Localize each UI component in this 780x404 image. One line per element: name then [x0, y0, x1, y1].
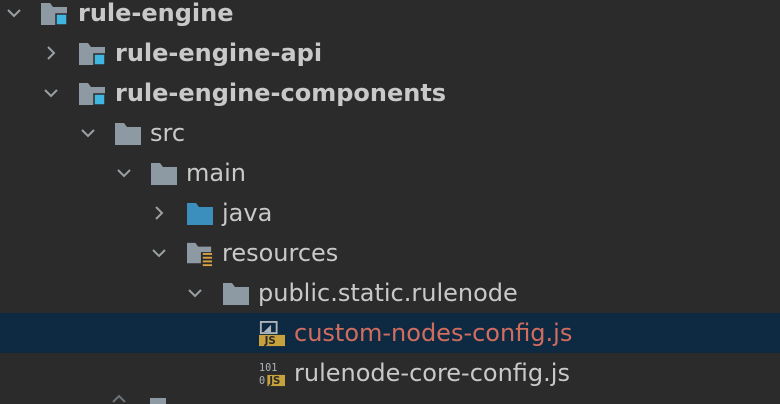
folder-icon	[151, 163, 177, 185]
folder-icon	[223, 283, 249, 305]
chevron-right-icon[interactable]	[43, 45, 59, 61]
module-folder-icon	[79, 43, 106, 66]
source-folder-icon	[187, 203, 213, 225]
tree-item-rulenode-core-config-js[interactable]: 101 0 JS rulenode-core-config.js	[0, 353, 780, 393]
tree-item-label: public.static.rulenode	[258, 279, 518, 307]
svg-text:101: 101	[259, 363, 277, 374]
tree-item-rule-engine-components[interactable]: rule-engine-components	[0, 73, 780, 113]
js-file-icon: JS	[259, 321, 285, 347]
chevron-down-icon[interactable]	[187, 285, 203, 301]
chevron-down-icon[interactable]	[80, 125, 96, 141]
svg-text:JS: JS	[268, 376, 280, 387]
tree-item-label: src	[150, 119, 186, 147]
chevron-right-icon[interactable]	[151, 205, 167, 221]
binary-js-file-icon: 101 0 JS	[259, 363, 285, 387]
chevron-down-icon[interactable]	[116, 165, 132, 181]
tree-item-label: custom-nodes-config.js	[294, 319, 573, 347]
tree-item-rule-engine-api[interactable]: rule-engine-api	[0, 33, 780, 73]
svg-text:JS: JS	[264, 336, 276, 347]
tree-item-resources[interactable]: resources	[0, 233, 780, 273]
tree-item-java[interactable]: java	[0, 193, 780, 233]
tree-item-main[interactable]: main	[0, 153, 780, 193]
tree-item-custom-nodes-config-js[interactable]: JS custom-nodes-config.js	[0, 313, 780, 353]
tree-item-label: java	[222, 199, 273, 227]
project-tree: rule-engine rule-engine-api rule-engine-…	[0, 0, 780, 404]
tree-item-label: rule-engine-api	[115, 39, 323, 67]
tree-item-public-static-rulenode[interactable]: public.static.rulenode	[0, 273, 780, 313]
chevron-down-icon[interactable]	[43, 85, 59, 101]
svg-text:0: 0	[259, 376, 265, 387]
resources-folder-icon	[187, 242, 213, 267]
tree-item-label: rule-engine	[78, 0, 234, 27]
chevron-down-icon[interactable]	[6, 5, 22, 21]
chevron-down-icon[interactable]	[151, 245, 167, 261]
tree-item-label: rule-engine-components	[115, 79, 447, 107]
module-folder-icon	[79, 83, 106, 106]
tree-item-label: rulenode-core-config.js	[294, 359, 570, 387]
tree-item-label: resources	[222, 239, 339, 267]
tree-item-label: main	[186, 159, 246, 187]
folder-icon	[115, 123, 141, 145]
tree-item-src[interactable]: src	[0, 113, 780, 153]
module-folder-icon	[41, 3, 68, 26]
tree-item-rule-engine[interactable]: rule-engine	[0, 0, 780, 33]
next-tree-item-partial	[112, 394, 166, 404]
